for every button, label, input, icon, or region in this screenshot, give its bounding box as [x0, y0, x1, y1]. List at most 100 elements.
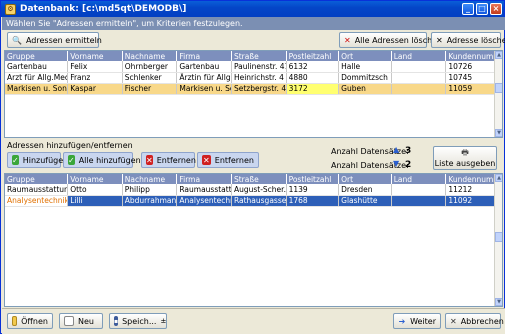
- scroll-thumb[interactable]: [495, 83, 502, 93]
- folder-icon: [12, 316, 18, 326]
- scroll-up-icon[interactable]: ▲: [495, 174, 502, 182]
- add-all-button[interactable]: ✓ Alle hinzufügen: [63, 152, 141, 168]
- cell: Gartenbau: [5, 61, 69, 73]
- active-cell: 3172: [286, 83, 340, 95]
- magnifier-icon: 🔍: [12, 35, 22, 45]
- column-header[interactable]: Nachname: [122, 51, 178, 61]
- delete-all-addresses-button[interactable]: ✕ Alle Adressen löschen: [339, 32, 442, 48]
- table-row[interactable]: Raumausstattungen Otto Philipp Raumausst…: [5, 184, 502, 196]
- print-list-button[interactable]: 🖶 Liste ausgeben: [433, 146, 497, 170]
- column-header[interactable]: Ort: [338, 174, 392, 184]
- selected-table-row[interactable]: Analysentechnik Lilli Abdurrahman Analys…: [5, 195, 502, 207]
- column-header[interactable]: Vorname: [67, 51, 123, 61]
- cell: Dommitzsch: [338, 72, 392, 84]
- minimize-button[interactable]: _: [462, 3, 474, 15]
- column-header[interactable]: Straße: [231, 174, 287, 184]
- green-check-icon: ✓: [12, 155, 19, 165]
- table-header-row: Gruppe Vorname Nachname Firma Straße Pos…: [5, 174, 502, 184]
- cell: August-Scher...: [231, 184, 287, 196]
- cell: Otto: [67, 184, 123, 196]
- cell: Dresden: [338, 184, 392, 196]
- section-title: Adressen hinzufügen/entfernen: [7, 141, 133, 150]
- save-button[interactable]: ▪ Speich... ±: [109, 313, 167, 329]
- cell: [391, 61, 447, 73]
- table-row[interactable]: Arzt für Allg.Med. Franz Schlenker Ärzti…: [5, 72, 502, 84]
- scroll-down-icon[interactable]: ▼: [495, 298, 502, 306]
- table-row[interactable]: Gartenbau Felix Ohrnberger Gartenbau Pau…: [5, 61, 502, 73]
- cell: Paulinenstr. 41: [231, 61, 287, 73]
- cell: 4880: [286, 72, 340, 84]
- window-title: Datenbank: [c:\md5qt\DEMODB\]: [20, 4, 187, 14]
- remove-button[interactable]: ✕ Entfernen: [141, 152, 196, 168]
- next-button[interactable]: ➔ Weiter: [393, 313, 441, 329]
- remove-all-button[interactable]: ✕ Entfernen: [197, 152, 259, 168]
- cell: Gartenbau: [176, 61, 232, 73]
- app-icon: ⚙: [5, 3, 16, 15]
- find-addresses-button[interactable]: 🔍 Adressen ermitteln: [7, 32, 102, 48]
- cell: Glashütte: [338, 195, 392, 207]
- maximize-button[interactable]: □: [476, 3, 488, 15]
- new-button[interactable]: Neu: [59, 313, 103, 329]
- search-results-grid[interactable]: Gruppe Vorname Nachname Firma Straße Pos…: [4, 50, 503, 138]
- record-count-value-top: 3: [405, 146, 412, 156]
- red-x-icon: ✕: [344, 35, 351, 45]
- column-header[interactable]: Postleitzahl: [286, 174, 340, 184]
- delete-address-button[interactable]: ✕ Adresse löschen: [431, 32, 505, 48]
- selected-addresses-grid[interactable]: Gruppe Vorname Nachname Firma Straße Pos…: [4, 173, 503, 307]
- scroll-down-icon[interactable]: ▼: [495, 129, 502, 137]
- cell: Rathausgasse 2: [231, 195, 287, 207]
- cell: [391, 72, 447, 84]
- info-bar: Wählen Sie "Adressen ermitteln", um Krit…: [2, 17, 505, 30]
- arrow-down-icon: ▼: [393, 159, 400, 168]
- cell: Heinrichstr. 4: [231, 72, 287, 84]
- scroll-up-icon[interactable]: ▲: [495, 51, 502, 59]
- column-header[interactable]: Ort: [338, 51, 392, 61]
- column-header[interactable]: Gruppe: [5, 174, 69, 184]
- add-button[interactable]: ✓ Hinzufügen: [7, 152, 68, 168]
- cell: Abdurrahman: [122, 195, 178, 207]
- cell: [391, 184, 447, 196]
- cell: Ohrnberger: [122, 61, 178, 73]
- cell: Raumausstattungen: [5, 184, 69, 196]
- arrow-up-icon: ▲: [393, 145, 400, 154]
- open-button[interactable]: Öffnen: [7, 313, 53, 329]
- cell: Halle: [338, 61, 392, 73]
- selected-table-row[interactable]: Markisen u. Sonn... Kaspar Fischer Marki…: [5, 83, 502, 95]
- record-count-value-bottom: 2: [405, 160, 412, 170]
- close-button[interactable]: ×: [490, 3, 502, 15]
- cell: Fischer: [122, 83, 178, 95]
- column-header[interactable]: Nachname: [122, 174, 178, 184]
- title-bar: ⚙ Datenbank: [c:\md5qt\DEMODB\] _ □ ×: [1, 1, 504, 17]
- green-check-icon: ✓: [68, 155, 75, 165]
- column-header[interactable]: Vorname: [67, 174, 123, 184]
- cell: Franz: [67, 72, 123, 84]
- dropdown-arrow-icon[interactable]: ±: [160, 317, 166, 325]
- column-header[interactable]: Gruppe: [5, 51, 69, 61]
- cell: 6132: [286, 61, 340, 73]
- column-header[interactable]: Firma: [176, 51, 232, 61]
- cell: Felix: [67, 61, 123, 73]
- scroll-thumb[interactable]: [495, 232, 502, 242]
- cell: Ärztin für Allg....: [176, 72, 232, 84]
- cell: Lilli: [67, 195, 123, 207]
- cell: Guben: [338, 83, 392, 95]
- cell: Markisen u. Sonn...: [176, 83, 232, 95]
- printer-icon: 🖶: [461, 147, 469, 157]
- column-header[interactable]: Firma: [176, 174, 232, 184]
- cell: Arzt für Allg.Med.: [5, 72, 69, 84]
- column-header[interactable]: Straße: [231, 51, 287, 61]
- cell: [391, 195, 447, 207]
- cell: Setzbergstr. 4: [231, 83, 287, 95]
- cell: Analysentechnik: [5, 195, 69, 207]
- cancel-button[interactable]: ✕ Abbrechen: [445, 313, 504, 329]
- cell: [391, 83, 447, 95]
- red-remove-icon: ✕: [202, 155, 211, 165]
- column-header[interactable]: Postleitzahl: [286, 51, 340, 61]
- black-x-icon: ✕: [436, 35, 443, 45]
- column-header[interactable]: Land: [391, 174, 447, 184]
- vertical-scrollbar[interactable]: ▲ ▼: [494, 51, 502, 137]
- column-header[interactable]: Land: [391, 51, 447, 61]
- main-window: ⚙ Datenbank: [c:\md5qt\DEMODB\] _ □ × Wä…: [0, 0, 505, 334]
- new-document-icon: [64, 316, 74, 326]
- vertical-scrollbar[interactable]: ▲ ▼: [494, 174, 502, 306]
